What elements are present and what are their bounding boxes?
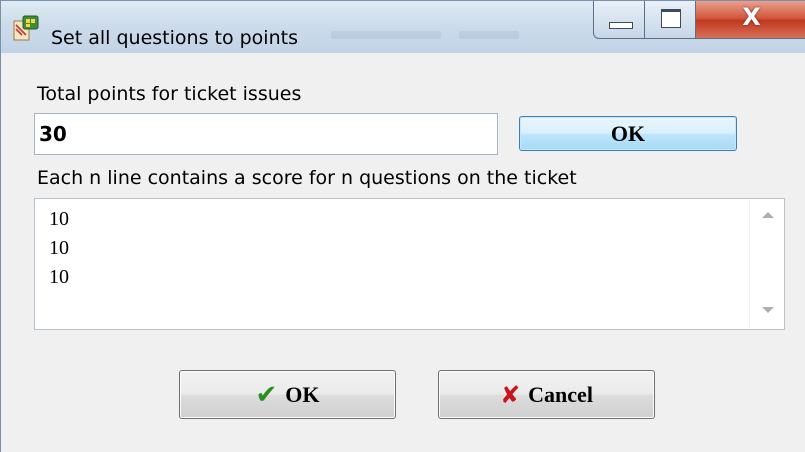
scores-label: Each n line contains a score for n quest… <box>37 167 577 189</box>
scroll-down-arrow-icon[interactable] <box>762 307 774 313</box>
score-line: 10 <box>49 266 69 288</box>
total-points-input[interactable] <box>34 113 498 155</box>
cancel-button-label: Cancel <box>528 381 593 407</box>
vertical-scrollbar[interactable] <box>749 199 784 329</box>
score-line: 10 <box>49 208 69 230</box>
close-icon: X <box>742 3 761 31</box>
maximize-button[interactable] <box>644 1 696 39</box>
window-title: Set all questions to points <box>51 27 298 49</box>
scroll-up-arrow-icon[interactable] <box>762 212 774 218</box>
maximize-icon <box>661 9 681 28</box>
minimize-button[interactable] <box>593 1 645 39</box>
ok-button-label: OK <box>285 381 320 407</box>
total-points-label: Total points for ticket issues <box>37 83 302 105</box>
scores-textarea[interactable]: 10 10 10 <box>34 198 785 330</box>
ok-button[interactable]: ✔ OK <box>179 370 396 419</box>
apply-total-ok-button[interactable]: OK <box>519 116 737 151</box>
title-bar[interactable]: Set all questions to points X <box>1 1 805 53</box>
app-icon <box>13 15 39 41</box>
dialog-window: Set all questions to points X Total poin… <box>0 0 805 452</box>
checkmark-icon: ✔ <box>255 379 278 410</box>
cancel-button[interactable]: ✘ Cancel <box>438 370 655 419</box>
scores-lines: 10 10 10 <box>49 205 69 292</box>
score-line: 10 <box>49 237 69 259</box>
minimize-icon <box>609 22 633 29</box>
cancel-x-icon: ✘ <box>500 380 521 409</box>
close-button[interactable]: X <box>695 1 805 39</box>
